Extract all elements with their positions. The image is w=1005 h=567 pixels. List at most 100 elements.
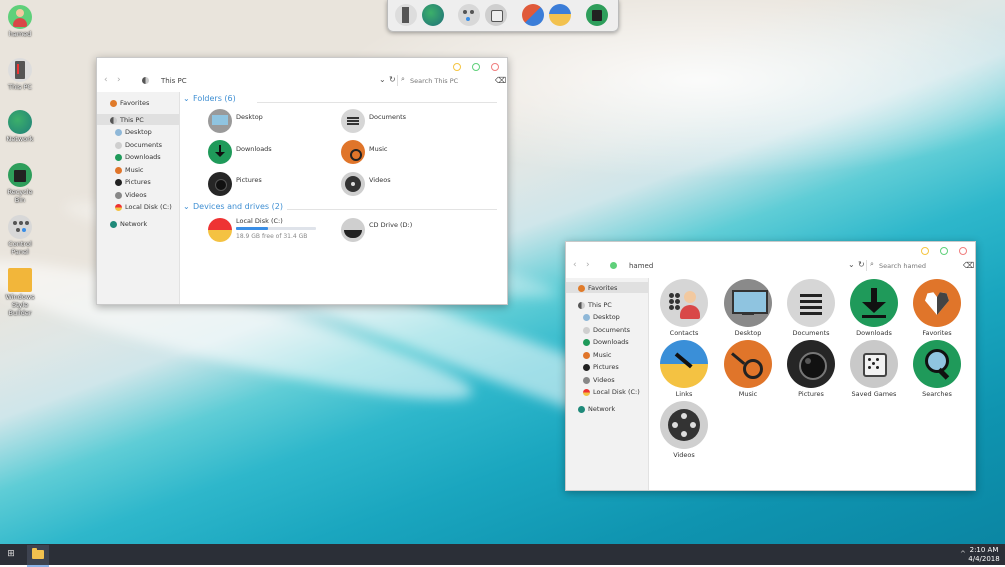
nav-label: Videos: [593, 376, 615, 384]
favorites-icon: [578, 285, 585, 292]
desktop-icon-style-builder[interactable]: Windows Style Builder: [2, 268, 38, 317]
music-icon: [341, 140, 365, 164]
navigation-pane: Favorites This PC Desktop Documents Down…: [97, 92, 180, 304]
item-label: Saved Games: [851, 390, 897, 398]
folder-icon: [8, 268, 32, 292]
cd-drive-icon: [341, 218, 365, 242]
nav-label: Network: [120, 220, 148, 228]
back-button[interactable]: ‹: [104, 75, 108, 85]
refresh-button[interactable]: ↻: [858, 260, 865, 269]
taskbar: ⊞ ^ 2:10 AM 4/4/2018: [0, 544, 1005, 567]
section-title: Devices and drives (2): [193, 202, 283, 211]
music-icon: [724, 340, 772, 388]
clock-time: 2:10 AM: [969, 546, 999, 554]
item-contacts[interactable]: Contacts: [656, 279, 712, 337]
recycle-bin-icon: [8, 163, 32, 187]
nav-label: Documents: [593, 326, 631, 334]
desktop-icon-user[interactable]: hamed: [2, 5, 38, 38]
music-icon: [583, 352, 590, 359]
folder-label: Downloads: [236, 145, 272, 153]
nav-label: This PC: [588, 301, 612, 309]
item-videos[interactable]: Videos: [656, 401, 712, 459]
item-documents[interactable]: Documents: [783, 279, 839, 337]
address-dropdown-button[interactable]: ⌄: [379, 75, 386, 84]
item-searches[interactable]: Searches: [909, 340, 965, 398]
taskbar-file-explorer-button[interactable]: [27, 545, 49, 567]
nav-label: Network: [588, 405, 616, 413]
item-desktop[interactable]: Desktop: [720, 279, 776, 337]
item-pictures[interactable]: Pictures: [783, 340, 839, 398]
address-dropdown-button[interactable]: ⌄: [848, 260, 855, 269]
folders-section-header[interactable]: ⌄ Folders (6): [183, 94, 236, 103]
address-path[interactable]: hamed: [629, 262, 653, 270]
forward-button[interactable]: ›: [117, 75, 121, 85]
item-links[interactable]: Links: [656, 340, 712, 398]
user-icon: [610, 262, 617, 269]
maximize-button[interactable]: [940, 247, 948, 255]
clear-search-icon[interactable]: ⌫: [495, 76, 506, 85]
downloads-icon: [850, 279, 898, 327]
item-label: Pictures: [798, 390, 824, 398]
taskbar-clock[interactable]: 2:10 AM 4/4/2018: [965, 546, 1003, 563]
item-favorites[interactable]: Favorites: [909, 279, 965, 337]
recycle-bin-icon[interactable]: [586, 4, 608, 26]
address-bar-row: ‹ › hamed ⌄ ↻ ⌕ Search hamed ⌫: [566, 259, 975, 273]
disk-icon: [208, 218, 232, 242]
item-music[interactable]: Music: [720, 340, 776, 398]
search-box[interactable]: ⌕ Search hamed: [866, 260, 959, 271]
item-label: Searches: [922, 390, 952, 398]
minimize-button[interactable]: [921, 247, 929, 255]
start-button[interactable]: ⊞: [4, 548, 18, 561]
user-icon: [8, 5, 32, 29]
desktop-icon: [115, 129, 122, 136]
minimize-button[interactable]: [453, 63, 461, 71]
desktop-background: hamed This PC Network Recycle Bin Contro…: [0, 0, 1005, 544]
control-panel-icon[interactable]: [458, 4, 480, 26]
saved-games-icon: [850, 340, 898, 388]
desktop-icon-control-panel[interactable]: Control Panel: [2, 215, 38, 256]
item-label: Music: [738, 390, 758, 398]
title-bar[interactable]: [97, 58, 507, 74]
forward-button[interactable]: ›: [586, 260, 590, 270]
item-label: Desktop: [734, 329, 762, 337]
item-label: Contacts: [669, 329, 699, 337]
paint-icon[interactable]: [522, 4, 544, 26]
drives-section-header[interactable]: ⌄ Devices and drives (2): [183, 202, 283, 211]
nav-label: Music: [593, 351, 612, 359]
item-downloads[interactable]: Downloads: [846, 279, 902, 337]
nav-label: Desktop: [593, 313, 620, 321]
nav-label: This PC: [120, 116, 144, 124]
close-button[interactable]: [959, 247, 967, 255]
item-label: Links: [675, 390, 693, 398]
network-icon[interactable]: [422, 4, 444, 26]
maximize-button[interactable]: [472, 63, 480, 71]
pictures-icon: [115, 179, 122, 186]
music-icon: [115, 167, 122, 174]
item-label: Videos: [673, 451, 695, 459]
desktop-icon-recycle-bin[interactable]: Recycle Bin: [2, 163, 38, 204]
folder-icon[interactable]: [549, 4, 571, 26]
downloads-icon: [583, 339, 590, 346]
games-icon[interactable]: [485, 4, 507, 26]
title-bar[interactable]: [566, 242, 975, 258]
downloads-icon: [208, 140, 232, 164]
desktop-icon-label: Control Panel: [8, 240, 32, 256]
search-box[interactable]: ⌕ Search This PC: [397, 75, 490, 86]
refresh-button[interactable]: ↻: [389, 75, 396, 84]
documents-icon: [341, 109, 365, 133]
drive-label: Local Disk (C:): [236, 217, 283, 225]
this-pc-icon[interactable]: [395, 4, 417, 26]
search-placeholder: Search This PC: [410, 77, 459, 85]
folder-icon: [32, 548, 44, 559]
item-saved-games[interactable]: Saved Games: [846, 340, 902, 398]
close-button[interactable]: [491, 63, 499, 71]
folder-label: Music: [369, 145, 388, 153]
clear-search-icon[interactable]: ⌫: [963, 261, 974, 270]
address-path[interactable]: This PC: [161, 77, 187, 85]
desktop-icon: [583, 314, 590, 321]
favorites-icon: [913, 279, 961, 327]
section-title: Folders (6): [193, 94, 236, 103]
desktop-icon-network[interactable]: Network: [2, 110, 38, 143]
back-button[interactable]: ‹: [573, 260, 577, 270]
desktop-icon-this-pc[interactable]: This PC: [2, 58, 38, 91]
